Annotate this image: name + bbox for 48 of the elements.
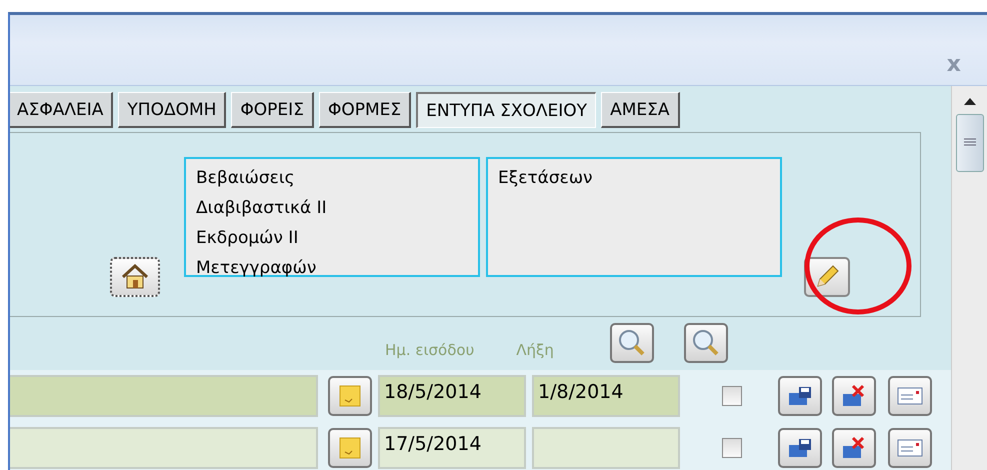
text-field[interactable] bbox=[10, 427, 318, 469]
column-header: Ημ. εισόδου bbox=[385, 341, 474, 360]
list-item[interactable]: Βεβαιώσεις bbox=[196, 163, 468, 193]
house-icon bbox=[121, 264, 149, 290]
card-icon bbox=[897, 386, 923, 406]
scroll-up-icon bbox=[962, 96, 976, 106]
list-box[interactable]: Βεβαιώσεις Διαβιβαστικά ΙΙ Εκδρομών ΙΙ Μετεγγραφών bbox=[184, 157, 480, 277]
tab[interactable]: ΑΜΕΣΑ bbox=[601, 92, 680, 128]
scrollbar[interactable] bbox=[951, 86, 987, 470]
table-row[interactable]: 18/5/2014 1/8/2014 bbox=[10, 374, 951, 418]
tab[interactable]: ΦΟΡΕΙΣ bbox=[231, 92, 314, 128]
search-button[interactable] bbox=[684, 323, 728, 364]
tab[interactable]: ΕΝΤΥΠΑ ΣΧΟΛΕΙΟΥ bbox=[416, 92, 596, 128]
disk-delete-icon bbox=[841, 384, 867, 408]
list-box[interactable]: Εξετάσεων bbox=[486, 157, 782, 277]
date-field[interactable] bbox=[532, 427, 680, 469]
note-button[interactable] bbox=[328, 428, 372, 468]
list-item[interactable]: Εκδρομών ΙΙ bbox=[196, 223, 468, 253]
card-button[interactable] bbox=[888, 428, 932, 468]
list-item[interactable]: Διαβιβαστικά ΙΙ bbox=[196, 193, 468, 223]
disk-icon bbox=[787, 437, 813, 459]
card-button[interactable] bbox=[888, 376, 932, 416]
scroll-thumb[interactable] bbox=[956, 114, 984, 172]
disk-delete-icon bbox=[841, 436, 867, 460]
tab[interactable]: ΦΟΡΜΕΣ bbox=[318, 92, 412, 128]
grip-icon bbox=[964, 138, 976, 148]
text-field[interactable] bbox=[10, 375, 318, 417]
home-button[interactable] bbox=[110, 257, 160, 297]
search-button[interactable] bbox=[610, 323, 654, 364]
delete-button[interactable] bbox=[832, 428, 876, 468]
column-header: Λήξη bbox=[516, 341, 554, 360]
date-field[interactable]: 18/5/2014 bbox=[378, 375, 526, 417]
list-item[interactable]: Εξετάσεων bbox=[498, 163, 770, 193]
save-button[interactable] bbox=[778, 428, 822, 468]
date-field[interactable]: 1/8/2014 bbox=[532, 375, 680, 417]
disk-icon bbox=[787, 385, 813, 407]
date-field[interactable]: 17/5/2014 bbox=[378, 427, 526, 469]
table-row[interactable]: 17/5/2014 bbox=[10, 426, 951, 470]
tab[interactable]: ΑΣΦΑΛΕΙΑ bbox=[10, 92, 114, 128]
card-icon bbox=[897, 438, 923, 458]
note-icon bbox=[339, 385, 361, 407]
note-icon bbox=[339, 437, 361, 459]
tab[interactable]: ΥΠΟΔΟΜΗ bbox=[118, 92, 226, 128]
checkbox[interactable] bbox=[722, 438, 742, 458]
save-button[interactable] bbox=[778, 376, 822, 416]
note-button[interactable] bbox=[328, 376, 372, 416]
delete-button[interactable] bbox=[832, 376, 876, 416]
checkbox[interactable] bbox=[722, 386, 742, 406]
